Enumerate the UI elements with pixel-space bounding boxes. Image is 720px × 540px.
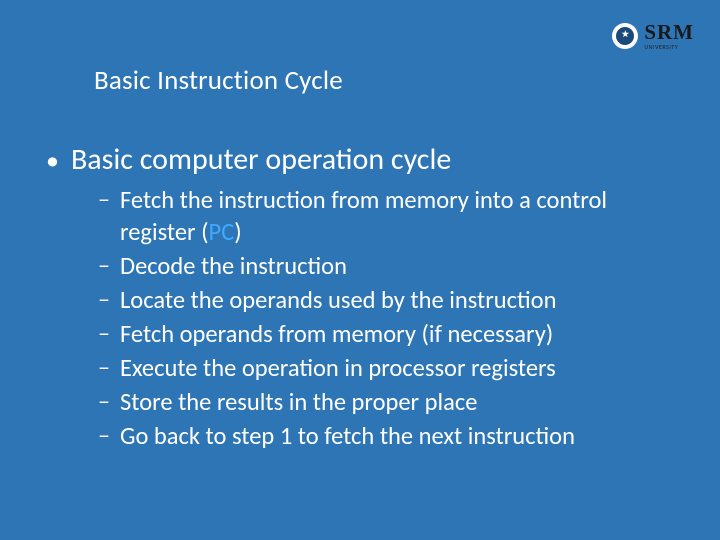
logo-sub: UNIVERSITY	[644, 44, 694, 50]
bullet-level1: • Basic computer operation cycle	[42, 142, 678, 178]
sub-bullet-2-text: Decode the instruction	[120, 250, 347, 282]
dash-icon: –	[98, 386, 112, 418]
logo-main: SRM	[644, 22, 694, 43]
sub-bullet-4: – Fetch operands from memory (if necessa…	[98, 318, 678, 350]
sub-bullet-1-pre: Fetch the instruction from memory into a…	[120, 185, 607, 247]
dash-icon: –	[98, 352, 112, 384]
dash-icon: –	[98, 250, 112, 282]
sub-bullet-7: – Go back to step 1 to fetch the next in…	[98, 420, 678, 452]
bullet-level1-text: Basic computer operation cycle	[71, 142, 451, 178]
title-bar: Basic Instruction Cycle	[0, 52, 720, 108]
sub-bullet-1: – Fetch the instruction from memory into…	[98, 184, 678, 248]
sub-bullet-4-text: Fetch operands from memory (if necessary…	[120, 318, 553, 350]
bullet-dot-icon: •	[46, 142, 59, 178]
paren-close: )	[234, 217, 241, 247]
logo-seal-icon	[612, 23, 638, 49]
pc-link: PC	[209, 217, 235, 247]
dash-icon: –	[98, 184, 112, 216]
sub-bullet-6: – Store the results in the proper place	[98, 386, 678, 418]
sub-bullet-1-text: Fetch the instruction from memory into a…	[120, 184, 678, 248]
sub-bullet-7-text: Go back to step 1 to fetch the next inst…	[120, 420, 575, 452]
sub-bullet-3: – Locate the operands used by the instru…	[98, 284, 678, 316]
sub-bullet-2: – Decode the instruction	[98, 250, 678, 282]
sub-bullet-3-text: Locate the operands used by the instruct…	[120, 284, 556, 316]
paren-open: (	[201, 217, 208, 247]
sub-bullet-list: – Fetch the instruction from memory into…	[98, 184, 678, 452]
sub-bullet-6-text: Store the results in the proper place	[120, 386, 477, 418]
sub-bullet-5: – Execute the operation in processor reg…	[98, 352, 678, 384]
brand-logo: SRM UNIVERSITY	[612, 22, 694, 50]
logo-text: SRM UNIVERSITY	[644, 22, 694, 50]
slide-title: Basic Instruction Cycle	[94, 64, 343, 97]
dash-icon: –	[98, 318, 112, 350]
sub-bullet-5-text: Execute the operation in processor regis…	[120, 352, 556, 384]
content-area: • Basic computer operation cycle – Fetch…	[42, 142, 678, 454]
dash-icon: –	[98, 284, 112, 316]
dash-icon: –	[98, 420, 112, 452]
